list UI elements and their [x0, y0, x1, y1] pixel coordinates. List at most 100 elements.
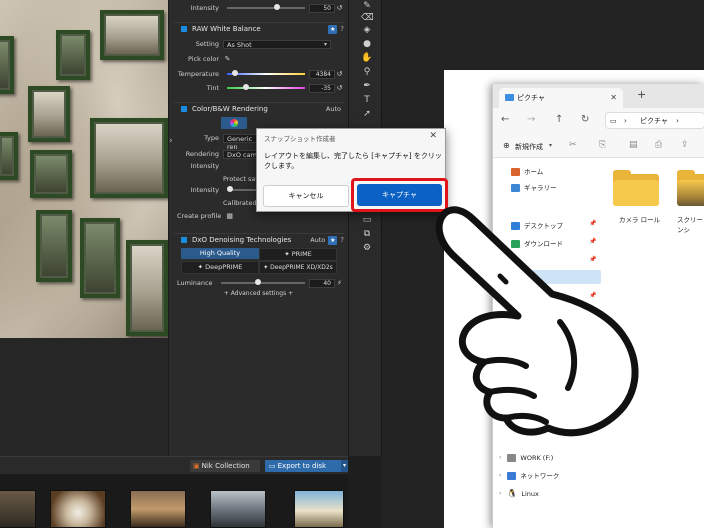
intensity-top-slider[interactable] [227, 4, 305, 10]
create-profile-label: Create profile [177, 212, 222, 220]
denoising-enable-checkbox[interactable] [181, 237, 187, 243]
address-bar[interactable]: ▭ › ピクチャ › [605, 112, 704, 129]
back-arrow-icon[interactable]: ← [501, 114, 509, 125]
nav-linux[interactable]: › 🐧 Linux [499, 488, 539, 500]
profile-grid-icon[interactable]: ▦ [225, 212, 234, 221]
brush-tool-icon[interactable]: ✎ [361, 0, 373, 12]
nav-work-drive[interactable]: › WORK (F:) [499, 452, 553, 464]
raw-white-balance-header[interactable]: RAW White Balance ★ ? [173, 22, 344, 35]
wb-setting-label: Setting [195, 40, 219, 48]
temperature-row: Temperature 4384 ↺ [177, 68, 344, 80]
frame-7 [80, 218, 120, 298]
copy-icon[interactable]: ⎘ [599, 140, 606, 150]
forward-arrow-icon[interactable]: → [527, 114, 535, 125]
tint-slider[interactable] [227, 84, 305, 90]
hand-outline [435, 206, 639, 437]
denoising-auto[interactable]: Auto [310, 236, 325, 244]
thumbnail[interactable] [50, 490, 106, 528]
temperature-value[interactable]: 4384 [309, 69, 335, 79]
share-icon[interactable]: ⇪ [681, 140, 689, 150]
dialog-title: スナップショット作成者 [264, 135, 336, 143]
export-dropdown-icon[interactable]: ▾ [341, 460, 348, 472]
stack-icon[interactable]: ⧉ [361, 228, 373, 240]
up-arrow-icon[interactable]: ↑ [555, 114, 563, 125]
new-button[interactable]: 新規作成 [515, 142, 543, 152]
magic-wand-icon[interactable]: ⚡ [335, 279, 344, 288]
export-label: Export to disk [277, 462, 327, 470]
thumbnail[interactable] [0, 490, 36, 528]
favorite-star-icon[interactable]: ★ [328, 24, 338, 34]
expand-chevron-icon[interactable]: › [499, 452, 501, 464]
screenshots-folder-icon[interactable] [677, 170, 704, 206]
close-icon[interactable]: ✕ [429, 131, 437, 141]
layers-icon[interactable]: ▭ [361, 214, 373, 226]
denoising-title: DxO Denoising Technologies [192, 236, 292, 244]
dropdown-chevron-icon[interactable]: ▾ [549, 142, 552, 149]
prime-button[interactable]: ✦ PRIME [259, 248, 337, 261]
luminance-value[interactable]: 40 [309, 278, 335, 288]
color-bw-auto[interactable]: Auto [326, 105, 341, 113]
favorite-star-icon[interactable]: ★ [328, 235, 338, 245]
new-tab-icon[interactable]: + [637, 88, 646, 101]
color-bw-enable-checkbox[interactable] [181, 106, 187, 112]
dialog-message: レイアウトを編集し、完了したら [キャプチャ] をクリックします。 [264, 152, 442, 170]
pen-tool-icon[interactable]: ✒ [361, 80, 373, 92]
thumbnail[interactable] [294, 490, 344, 528]
photo-preview[interactable] [0, 0, 168, 338]
nav-home-label: ホーム [524, 168, 544, 176]
deepprime-button[interactable]: ✦ DeepPRIME [181, 261, 259, 274]
color-mode-button[interactable] [221, 117, 247, 129]
luminance-slider[interactable] [221, 279, 305, 285]
eraser-tool-icon[interactable]: ⌫ [361, 12, 374, 24]
high-quality-button[interactable]: High Quality [181, 248, 259, 259]
explorer-tab[interactable]: ピクチャ ✕ [499, 88, 623, 108]
nik-collection-button[interactable]: ▣ Nik Collection [190, 460, 260, 472]
expand-chevron-icon[interactable]: › [499, 488, 501, 500]
cut-icon[interactable]: ✂ [569, 140, 577, 150]
refresh-icon[interactable]: ↻ [581, 114, 589, 125]
reset-icon[interactable]: ↺ [335, 70, 344, 79]
smudge-tool-icon[interactable]: ✋ [361, 52, 373, 64]
text-tool-icon[interactable]: T [361, 94, 373, 106]
zoom-tool-icon[interactable]: ⚲ [361, 66, 373, 78]
select-tool-icon[interactable]: ➚ [361, 108, 373, 120]
expand-chevron-icon[interactable]: › [499, 470, 501, 482]
wb-setting-select[interactable]: As Shot [223, 39, 331, 49]
cb-intensity-label: Intensity [190, 162, 219, 170]
thumbnail[interactable] [130, 490, 186, 528]
reset-icon[interactable]: ↺ [335, 4, 344, 13]
denoising-header[interactable]: DxO Denoising Technologies Auto ★ ? [173, 233, 344, 246]
cancel-button[interactable]: キャンセル [263, 185, 349, 207]
advanced-settings-link[interactable]: + Advanced settings + [169, 290, 348, 297]
drop-tool-icon[interactable]: ● [361, 38, 373, 50]
deepprime-xd-button[interactable]: ✦ DeepPRIME XD/XD2s [259, 261, 337, 274]
collapse-arrow-icon[interactable]: › [169, 136, 177, 146]
folder-label-screenshots[interactable]: スクリーンシ [677, 214, 704, 234]
thumbnail[interactable] [210, 490, 266, 528]
eyedropper-icon[interactable]: ✎ [223, 55, 232, 64]
reset-icon[interactable]: ↺ [335, 84, 344, 93]
bucket-tool-icon[interactable]: ◈ [361, 24, 373, 36]
paste-icon[interactable]: ▤ [629, 140, 638, 150]
help-icon[interactable]: ? [340, 236, 344, 244]
nav-linux-label: Linux [521, 490, 539, 498]
monitor-icon: ▭ [610, 117, 617, 125]
nav-home[interactable]: ホーム [511, 166, 543, 178]
deepprime-xd-label: DeepPRIME XD/XD2s [270, 264, 333, 271]
nav-network[interactable]: › ネットワーク [499, 470, 559, 482]
color-bw-header[interactable]: Color/B&W Rendering Auto [173, 102, 344, 115]
settings-tool-icon[interactable]: ⚙ [361, 242, 373, 254]
tint-row: Tint -35 ↺ [177, 82, 344, 94]
wb-enable-checkbox[interactable] [181, 26, 187, 32]
intensity-top-value[interactable]: 50 [309, 3, 335, 13]
tint-value[interactable]: -35 [309, 83, 335, 93]
breadcrumb-chevron-icon: › [624, 117, 627, 125]
close-tab-icon[interactable]: ✕ [610, 88, 617, 108]
temperature-slider[interactable] [227, 70, 305, 76]
help-icon[interactable]: ? [340, 25, 344, 33]
rename-icon[interactable]: ⎙ [655, 140, 662, 150]
cb-intensity2-slider[interactable] [227, 186, 257, 192]
pictures-folder-icon [505, 94, 514, 101]
tool-strip: ✎ ⌫ ◈ ● ✋ ⚲ ✒ T ➚ ▭ ⧉ ⚙ [348, 0, 382, 456]
export-to-disk-button[interactable]: ▭ Export to disk [265, 460, 341, 472]
